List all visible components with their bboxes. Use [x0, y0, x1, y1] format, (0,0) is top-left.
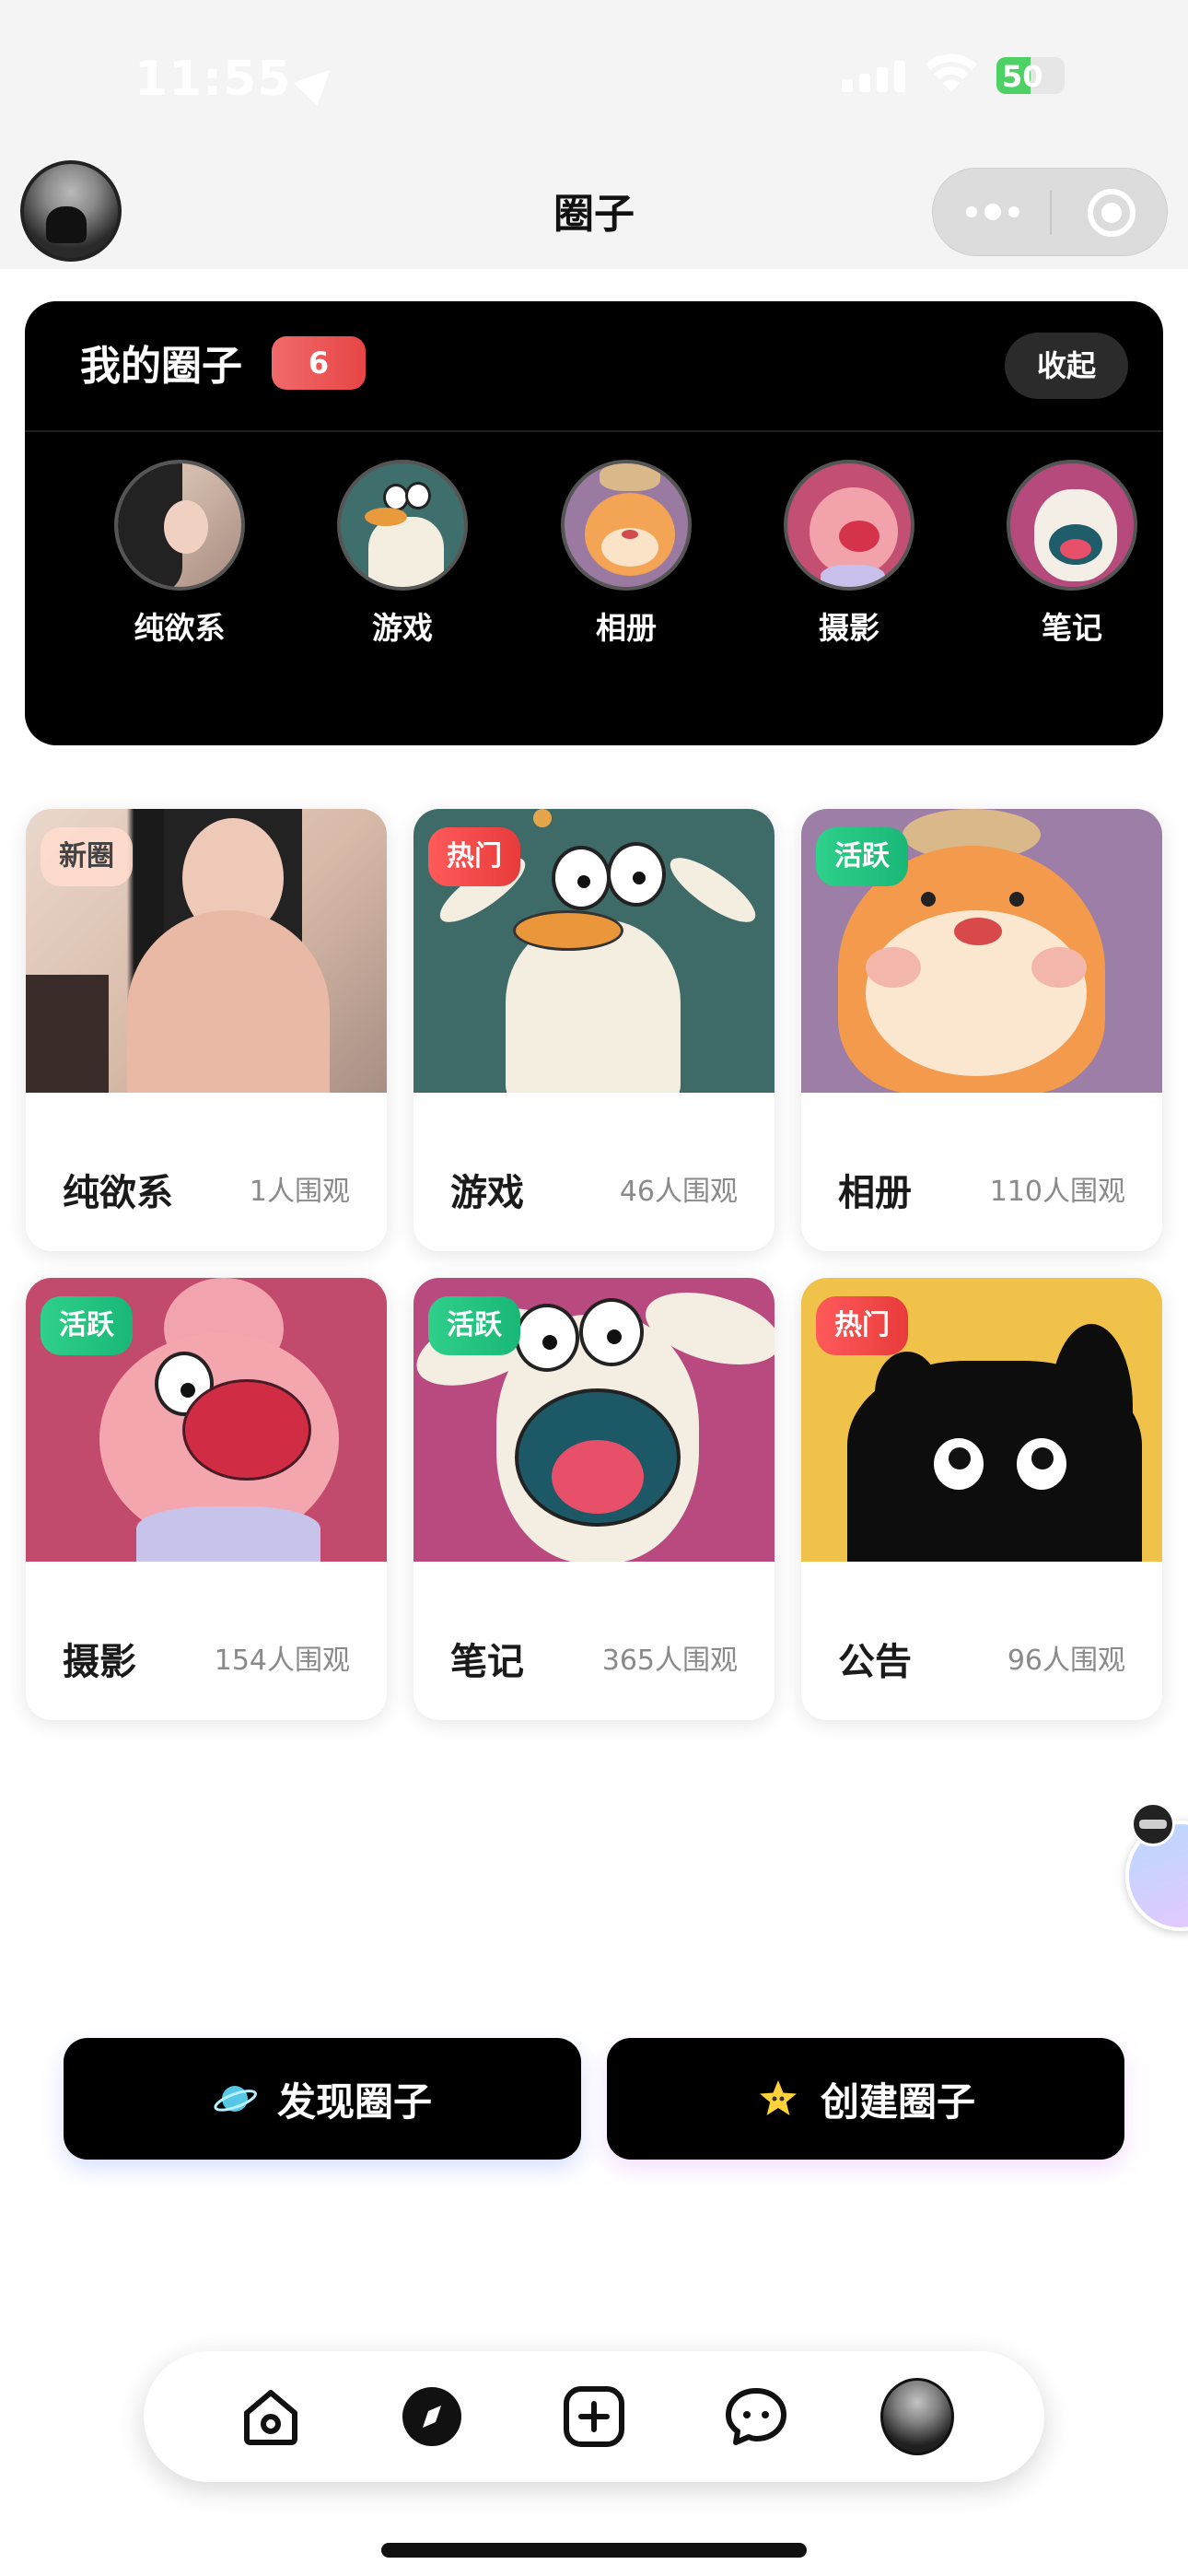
divider [25, 430, 1163, 432]
home-indicator [381, 2543, 807, 2558]
card-views: 46人围观 [619, 1176, 738, 1208]
my-circle-item[interactable]: 相册 [553, 460, 700, 648]
card-tag: 热门 [428, 827, 520, 886]
card-views: 365人围观 [601, 1645, 738, 1677]
circle-card[interactable]: 活跃 相册 110人围观 [801, 809, 1162, 1251]
discover-circles-button[interactable]: 发现圈子 [64, 2038, 581, 2160]
miniprogram-capsule [932, 168, 1168, 256]
my-circle-item[interactable]: 摄影 [775, 460, 923, 648]
create-label: 创建圈子 [820, 2078, 975, 2125]
card-views: 96人围观 [1007, 1645, 1125, 1677]
card-tag: 新圈 [41, 827, 133, 886]
circle-avatar [114, 460, 245, 591]
floating-avatar [1131, 1802, 1175, 1846]
circle-card[interactable]: 新圈 纯欲系 1人围观 [26, 809, 387, 1251]
discover-label: 发现圈子 [276, 2078, 432, 2125]
add-icon [563, 2386, 624, 2447]
card-views: 110人围观 [989, 1176, 1125, 1208]
tab-messages[interactable] [719, 2380, 793, 2453]
card-tag: 活跃 [41, 1296, 133, 1355]
tab-bar [144, 2351, 1044, 2482]
my-circle-name: 笔记 [1042, 610, 1102, 646]
close-target-icon[interactable] [1088, 189, 1136, 237]
tab-home[interactable] [234, 2380, 308, 2453]
profile-avatar [880, 2378, 955, 2455]
my-circles-title: 我的圈子 [80, 343, 242, 390]
star-icon [759, 2080, 797, 2115]
my-circles-count-badge: 6 [272, 336, 366, 390]
card-tag: 活跃 [816, 827, 908, 886]
my-circle-item[interactable]: 笔记 [998, 460, 1146, 648]
card-name: 纯欲系 [63, 1172, 173, 1214]
collapse-button[interactable]: 收起 [1005, 333, 1128, 399]
circle-card[interactable]: 热门 游戏 46人围观 [413, 809, 775, 1251]
card-name: 公告 [838, 1641, 912, 1683]
card-name: 游戏 [450, 1172, 524, 1214]
circle-avatar [1007, 460, 1137, 591]
tab-publish[interactable] [557, 2380, 631, 2453]
circle-card[interactable]: 活跃 笔记 365人围观 [413, 1278, 775, 1720]
card-tag: 活跃 [428, 1296, 520, 1355]
circle-avatar [784, 460, 914, 591]
circle-card[interactable]: 活跃 摄影 154人围观 [26, 1278, 387, 1720]
more-icon[interactable] [966, 204, 1019, 220]
card-views: 1人围观 [249, 1176, 350, 1208]
chat-icon [725, 2388, 786, 2445]
status-time: 11:55 [134, 52, 342, 107]
card-name: 笔记 [450, 1641, 524, 1683]
planet-icon [214, 2086, 257, 2112]
tab-profile[interactable] [880, 2378, 955, 2455]
circle-avatar [561, 460, 692, 591]
my-circle-name: 摄影 [819, 610, 879, 646]
card-name: 相册 [838, 1172, 912, 1214]
my-circle-name: 纯欲系 [134, 610, 226, 646]
battery-level: 50 [1002, 59, 1043, 94]
wifi-icon [926, 53, 977, 92]
card-views: 154人围观 [214, 1645, 350, 1677]
battery-icon: 50 [996, 57, 1065, 94]
my-circle-name: 游戏 [372, 610, 433, 646]
my-circle-name: 相册 [596, 610, 657, 646]
my-circles-panel: 我的圈子 6 收起 纯欲系 游戏 相册 摄影 笔记 [25, 301, 1163, 745]
circle-avatar [337, 460, 468, 591]
home-icon [243, 2390, 297, 2445]
my-circle-item[interactable]: 纯欲系 [106, 460, 253, 648]
signal-icon [842, 61, 905, 92]
create-circle-button[interactable]: 创建圈子 [607, 2038, 1124, 2160]
circles-page: 11:55 50 圈子 我的圈子 6 收起 纯欲系 游戏 相册 摄影 笔记 新圈… [0, 0, 1188, 2576]
card-tag: 热门 [816, 1296, 908, 1355]
circle-card[interactable]: 热门 公告 96人围观 [801, 1278, 1162, 1720]
tab-discover[interactable] [395, 2380, 469, 2453]
card-name: 摄影 [63, 1641, 136, 1683]
my-circle-item[interactable]: 游戏 [329, 460, 476, 648]
compass-icon [402, 2387, 462, 2446]
